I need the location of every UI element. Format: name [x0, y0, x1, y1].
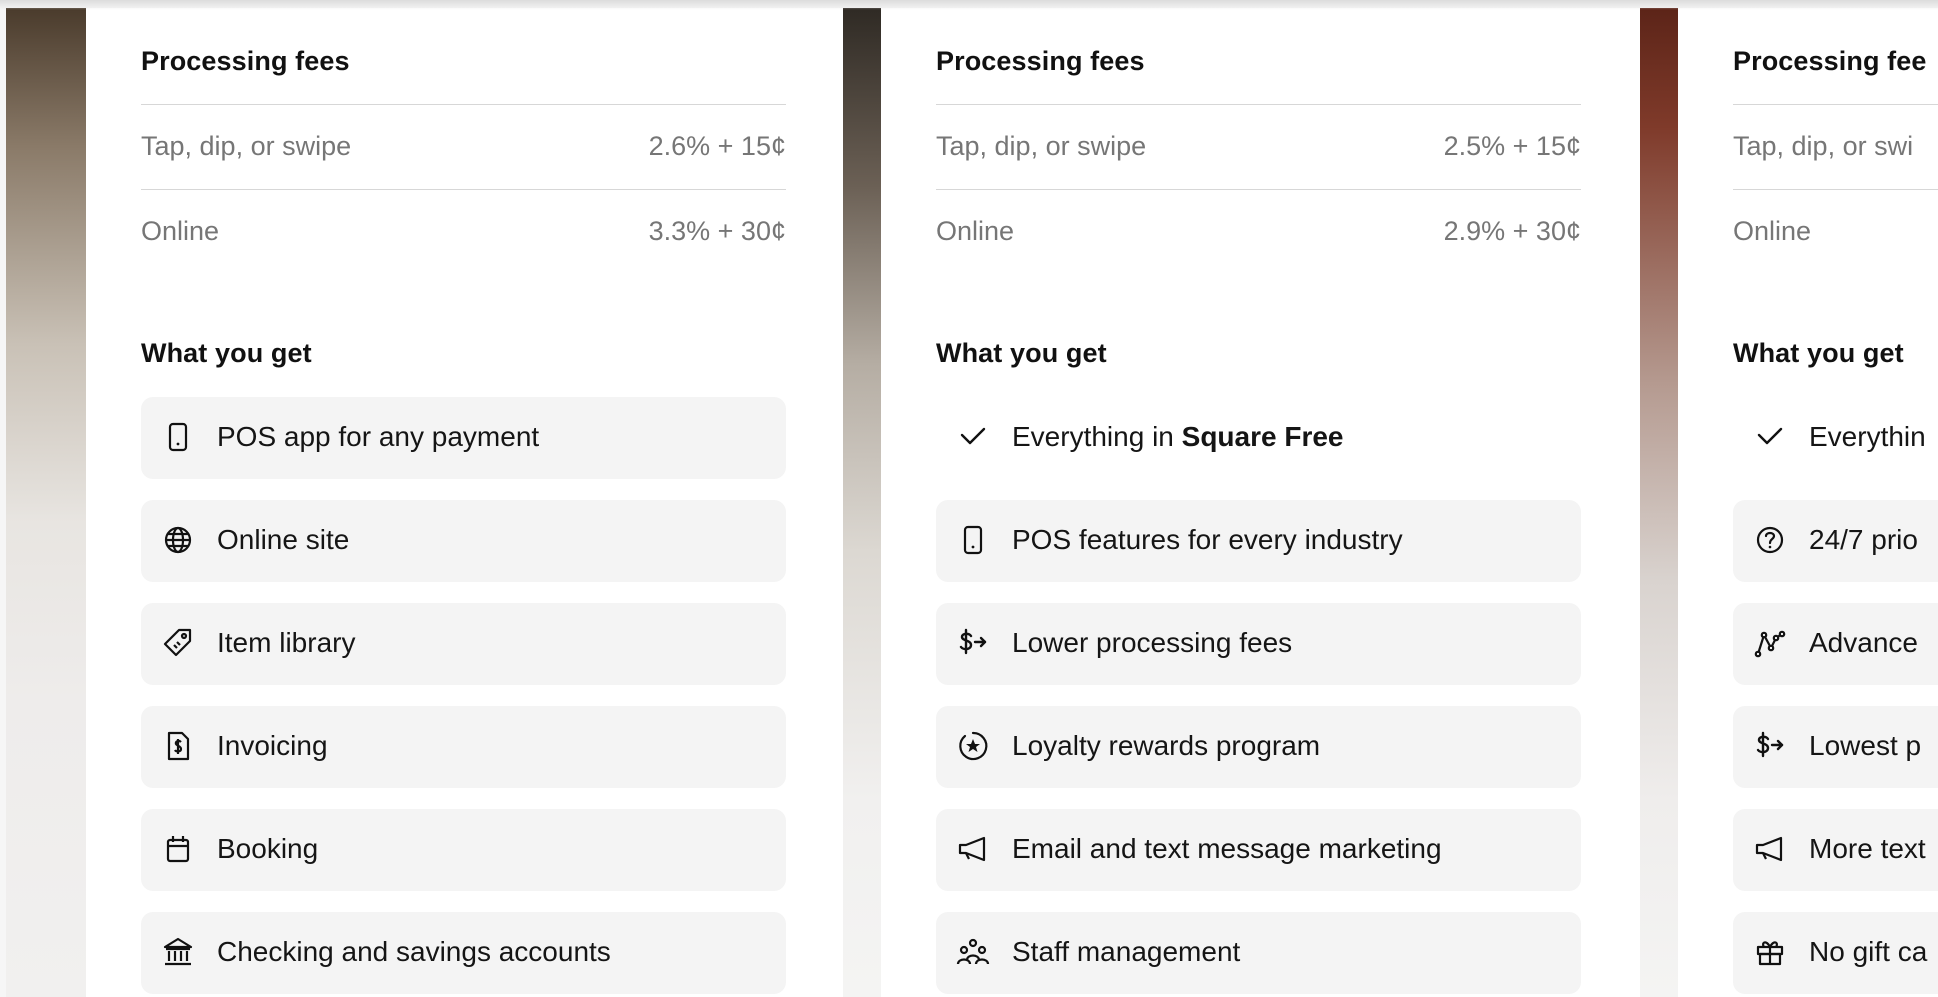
feature-label: Online site: [217, 524, 350, 555]
fee-row-in-person: Tap, dip, or swi: [1733, 104, 1938, 189]
feature-staff[interactable]: Staff management: [936, 912, 1581, 994]
plan-card-premium: Processing fee Tap, dip, or swi Online W…: [1678, 8, 1938, 997]
feature-lowest-fees[interactable]: Lowest p: [1733, 706, 1938, 788]
feature-gift-cards[interactable]: No gift ca: [1733, 912, 1938, 994]
feature-marketing[interactable]: Email and text message marketing: [936, 809, 1581, 891]
feature-label: More text: [1809, 833, 1926, 864]
feature-label: Everything in Square Free: [1012, 421, 1344, 453]
what-you-get-title: What you get: [141, 338, 312, 368]
checkmark-icon: [1753, 420, 1787, 454]
fee-row-in-person: Tap, dip, or swipe 2.5% + 15¢: [936, 104, 1581, 189]
dollar-arrow-icon: [1753, 729, 1787, 763]
feature-invoicing[interactable]: Invoicing: [141, 706, 786, 788]
feature-advanced-analytics[interactable]: Advance: [1733, 603, 1938, 685]
feature-label-text: Everything in: [1012, 421, 1182, 452]
feature-label: Lowest p: [1809, 730, 1922, 761]
fee-label: Tap, dip, or swipe: [141, 131, 352, 161]
feature-label: Loyalty rewards program: [1012, 730, 1321, 761]
background-texture-middle: [843, 8, 881, 997]
feature-label: Advance: [1809, 627, 1918, 658]
background-texture-right: [1640, 8, 1678, 997]
feature-priority-support[interactable]: 24/7 prio: [1733, 500, 1938, 582]
feature-label: 24/7 prio: [1809, 524, 1918, 555]
feature-label: Booking: [217, 833, 319, 864]
fee-row-online: Online 3.3% + 30¢: [141, 189, 786, 274]
plan-name: Square Free: [1181, 421, 1344, 452]
dollar-arrow-icon: [956, 626, 990, 660]
fee-label: Tap, dip, or swipe: [936, 131, 1147, 161]
background-texture-left: [6, 8, 86, 997]
people-icon: [956, 935, 990, 969]
fee-row-online: Online: [1733, 189, 1938, 274]
fee-row-online: Online 2.9% + 30¢: [936, 189, 1581, 274]
gift-icon: [1753, 935, 1787, 969]
feature-label: Checking and savings accounts: [217, 936, 611, 967]
what-you-get-title: What you get: [1733, 338, 1904, 368]
feature-online-site[interactable]: Online site: [141, 500, 786, 582]
fee-row-in-person: Tap, dip, or swipe 2.6% + 15¢: [141, 104, 786, 189]
fee-label: Online: [1733, 216, 1812, 246]
fee-value: 2.6% + 15¢: [648, 131, 786, 161]
plan-card-plus: Processing fees Tap, dip, or swipe 2.5% …: [881, 8, 1640, 997]
globe-icon: [161, 523, 195, 557]
feature-label: POS app for any payment: [217, 421, 540, 452]
feature-label: Everythin: [1809, 421, 1926, 452]
feature-booking[interactable]: Booking: [141, 809, 786, 891]
calendar-icon: [161, 832, 195, 866]
feature-everything-in-plus: Everythin: [1733, 397, 1938, 479]
feature-everything-in-free: Everything in Square Free: [936, 397, 1581, 479]
top-shadow: [0, 0, 1938, 10]
tag-icon: [161, 626, 195, 660]
processing-fees-title: Processing fees: [936, 46, 1145, 76]
processing-fees-title: Processing fee: [1733, 46, 1927, 76]
analytics-icon: [1753, 626, 1787, 660]
invoice-icon: [161, 729, 195, 763]
question-circle-icon: [1753, 523, 1787, 557]
megaphone-icon: [956, 832, 990, 866]
fee-value: 2.5% + 15¢: [1443, 131, 1581, 161]
feature-label: Lower processing fees: [1012, 627, 1293, 658]
feature-label: Invoicing: [217, 730, 328, 761]
phone-icon: [956, 523, 990, 557]
feature-label: No gift ca: [1809, 936, 1928, 967]
feature-pos-features[interactable]: POS features for every industry: [936, 500, 1581, 582]
feature-more-texts[interactable]: More text: [1733, 809, 1938, 891]
what-you-get-title: What you get: [936, 338, 1107, 368]
feature-label: POS features for every industry: [1012, 524, 1403, 555]
feature-lower-fees[interactable]: Lower processing fees: [936, 603, 1581, 685]
feature-loyalty[interactable]: Loyalty rewards program: [936, 706, 1581, 788]
phone-icon: [161, 420, 195, 454]
feature-banking[interactable]: Checking and savings accounts: [141, 912, 786, 994]
processing-fees-title: Processing fees: [141, 46, 350, 76]
fee-label: Online: [141, 216, 220, 246]
megaphone-icon: [1753, 832, 1787, 866]
feature-item-library[interactable]: Item library: [141, 603, 786, 685]
fee-label: Tap, dip, or swi: [1733, 131, 1914, 161]
feature-label: Email and text message marketing: [1012, 833, 1442, 864]
plan-card-free: Processing fees Tap, dip, or swipe 2.6% …: [86, 8, 843, 997]
feature-label: Staff management: [1012, 936, 1241, 967]
bank-icon: [161, 935, 195, 969]
fee-value: 2.9% + 30¢: [1443, 216, 1581, 246]
feature-pos-app[interactable]: POS app for any payment: [141, 397, 786, 479]
checkmark-icon: [956, 420, 990, 454]
fee-value: 3.3% + 30¢: [648, 216, 786, 246]
feature-label: Item library: [217, 627, 356, 658]
fee-label: Online: [936, 216, 1015, 246]
star-badge-icon: [956, 729, 990, 763]
